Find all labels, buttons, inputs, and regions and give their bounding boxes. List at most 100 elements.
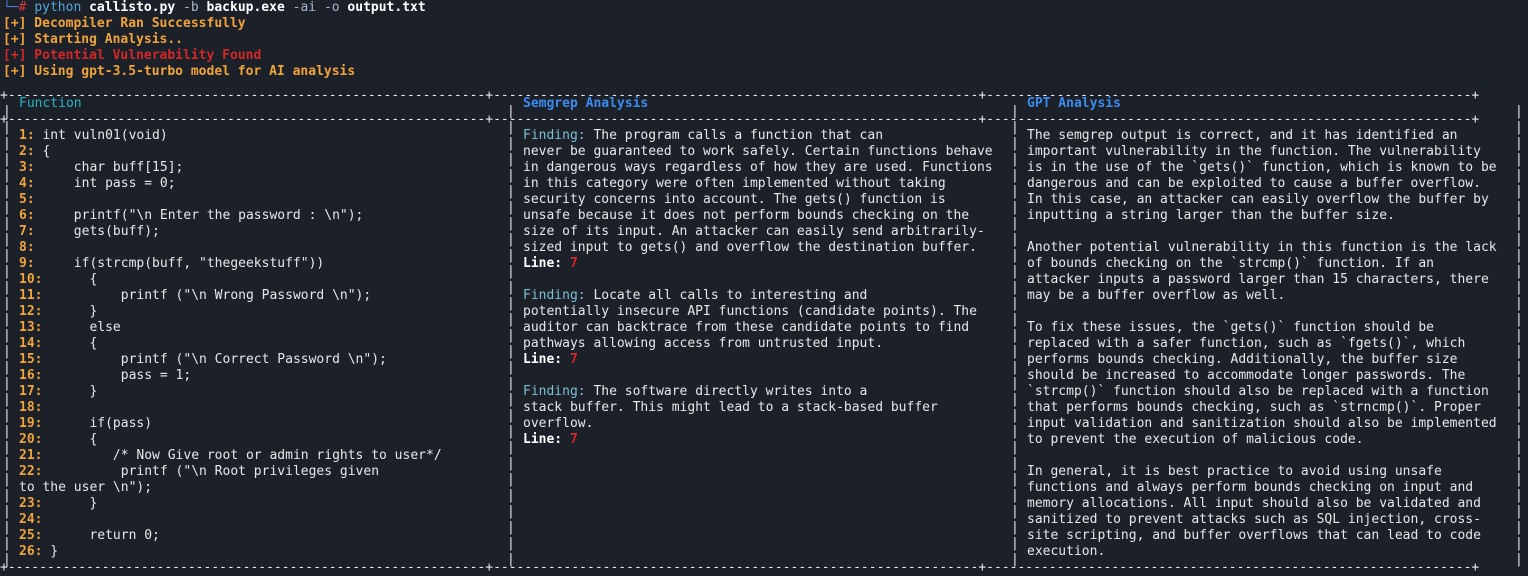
finding-text: sized input to gets() and overflow the d…: [523, 240, 977, 255]
prompt-corner: └─: [3, 0, 19, 15]
line-number: 20:: [19, 432, 43, 447]
command-flag-ai: -ai: [292, 0, 317, 15]
code-text: printf ("\n Wrong Password \n");: [42, 288, 372, 303]
code-text: /* Now Give root or admin rights to user…: [42, 448, 442, 463]
code-text: if(pass): [42, 416, 153, 431]
gpt-line: Another potential vulnerability in this …: [1027, 240, 1497, 255]
line-number: 5:: [19, 192, 35, 207]
code-line: 4: int pass = 0;: [19, 176, 499, 192]
finding-text: Locate all calls to interesting and: [585, 288, 868, 303]
gpt-line: that performs bounds checking, such as `…: [1027, 400, 1481, 415]
gpt-line: memory allocations. All input should als…: [1027, 496, 1481, 511]
code-text: }: [42, 544, 59, 559]
finding-text: overflow.: [523, 416, 594, 431]
column-separator: | | | | | | | | | | | | | | | | | | | | …: [507, 104, 515, 567]
code-line: 24:: [19, 512, 499, 528]
gpt-line: `strcmp()` function should also be repla…: [1027, 384, 1489, 399]
gpt-line: is in the use of the `gets()` function, …: [1027, 160, 1497, 175]
finding-line-label: Line:: [523, 352, 563, 367]
line-number: 18:: [19, 400, 43, 415]
line-number: 12:: [19, 304, 43, 319]
gpt-line: inputting a string larger than the buffe…: [1027, 208, 1395, 223]
command-script: callisto.py: [89, 0, 176, 15]
code-text: }: [42, 496, 98, 511]
gpt-line: should be increased to accommodate longe…: [1027, 368, 1466, 383]
code-line: 12: }: [19, 304, 499, 320]
table-top-border: +---------------------------------------…: [0, 88, 1480, 103]
finding-text: in dangerous ways regardless of how they…: [523, 160, 993, 175]
code-line: 26: }: [19, 544, 499, 560]
code-text: pass = 1;: [42, 368, 192, 383]
status-message: [+] Using gpt-3.5-turbo model for AI ana…: [3, 64, 356, 79]
code-line: 2: {: [19, 144, 499, 160]
code-line: 13: else: [19, 320, 499, 336]
command-flag-o: -o: [323, 0, 340, 15]
code-line: 9: if(strcmp(buff, "thegeekstuff")): [19, 256, 499, 272]
table-header-border: +---------------------------------------…: [0, 112, 1480, 127]
gpt-line: of bounds checking on the `strcmp()` fun…: [1027, 256, 1434, 271]
results-table: +---------------------------------------…: [0, 88, 1528, 575]
code-line: 21: /* Now Give root or admin rights to …: [19, 448, 499, 464]
line-number: 6:: [19, 208, 35, 223]
code-line: 1: int vuln01(void): [19, 128, 499, 144]
line-number: 14:: [19, 336, 43, 351]
code-line: 15: printf ("\n Correct Password \n");: [19, 352, 499, 368]
column-separator: | | | | | | | | | | | | | | | | | | | | …: [1011, 104, 1019, 567]
code-line: 3: char buff[15];: [19, 160, 499, 176]
code-text: char buff[15];: [34, 160, 184, 175]
finding-text: stack buffer. This might lead to a stack…: [523, 400, 938, 415]
header-function: Function: [19, 96, 82, 111]
column-separator: | | | | | | | | | | | | | | | | | | | | …: [3, 104, 11, 567]
finding-line-label: Line:: [523, 432, 563, 447]
line-number: 10:: [19, 272, 43, 287]
finding-label: Finding:: [523, 384, 586, 399]
code-line: 20: {: [19, 432, 499, 448]
code-line: 10: {: [19, 272, 499, 288]
code-line: 18:: [19, 400, 499, 416]
gpt-line: input validation and sanitization should…: [1027, 416, 1497, 431]
finding-text: never be guaranteed to work safely. Cert…: [523, 144, 993, 159]
line-number: 17:: [19, 384, 43, 399]
gpt-line: replaced with a safer function, such as …: [1027, 336, 1466, 351]
command-prompt[interactable]: └─# python callisto.py -b backup.exe -ai…: [3, 0, 426, 16]
command-target: backup.exe: [206, 0, 285, 15]
code-text: else: [42, 320, 121, 335]
gpt-line: [1027, 304, 1515, 320]
gpt-line: In general, it is best practice to avoid…: [1027, 464, 1442, 479]
line-number: 22:: [19, 464, 43, 479]
gpt-line: attacker inputs a password larger than 1…: [1027, 272, 1489, 287]
code-text: }: [42, 384, 98, 399]
code-line: 25: return 0;: [19, 528, 499, 544]
line-number: 23:: [19, 496, 43, 511]
line-number: 7:: [19, 224, 35, 239]
line-number: 4:: [19, 176, 35, 191]
line-number: 1:: [19, 128, 35, 143]
finding-label: Finding:: [523, 288, 586, 303]
header-gpt-analysis: GPT Analysis: [1027, 96, 1121, 111]
status-message: [+] Starting Analysis..: [3, 32, 184, 47]
code-text: {: [42, 272, 98, 287]
line-number: 13:: [19, 320, 43, 335]
line-number: 16:: [19, 368, 43, 383]
line-number: 8:: [19, 240, 35, 255]
code-line: 6: printf("\n Enter the password : \n");: [19, 208, 499, 224]
line-number: 21:: [19, 448, 43, 463]
gpt-line: [1027, 224, 1515, 240]
gpt-analysis-text: The semgrep output is correct, and it ha…: [1027, 128, 1515, 560]
finding-text: size of its input. An attacker can easil…: [523, 224, 985, 239]
line-number: 19:: [19, 416, 43, 431]
code-text: }: [42, 304, 98, 319]
code-line: 23: }: [19, 496, 499, 512]
code-text: return 0;: [42, 528, 160, 543]
gpt-line: to prevent the execution of malicious co…: [1027, 432, 1364, 447]
gpt-line: To fix these issues, the `gets()` functi…: [1027, 320, 1434, 335]
prompt-hash: #: [18, 0, 27, 15]
gpt-line: important vulnerability in the function.…: [1027, 144, 1481, 159]
gpt-line: In this case, an attacker can easily ove…: [1027, 192, 1489, 207]
code-text: int vuln01(void): [34, 128, 168, 143]
code-line: 17: }: [19, 384, 499, 400]
gpt-line: performs bounds checking. Additionally, …: [1027, 352, 1458, 367]
finding-text: The software directly writes into a: [585, 384, 868, 399]
command-outfile: output.txt: [347, 0, 426, 15]
finding-line-label: Line:: [523, 256, 563, 271]
